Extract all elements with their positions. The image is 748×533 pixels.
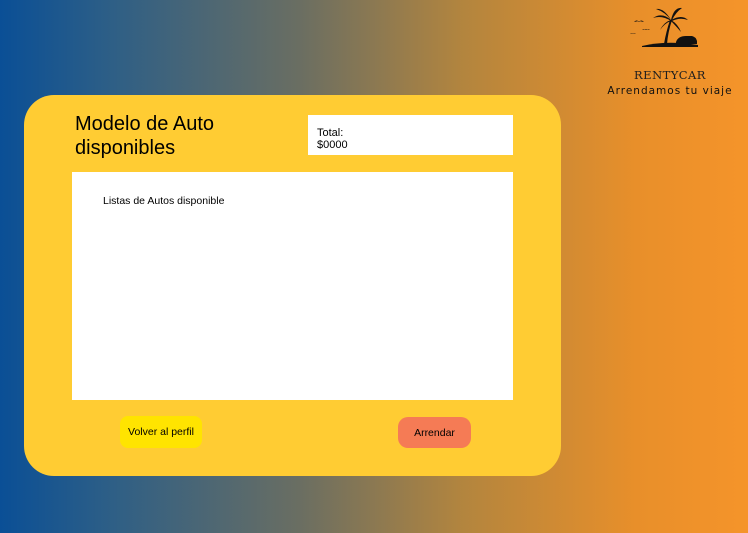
total-box: Total: $0000 <box>308 115 513 155</box>
rental-card: Modelo de Auto disponibles Total: $0000 … <box>24 95 561 476</box>
car-list-panel[interactable]: Listas de Autos disponible <box>72 172 513 400</box>
brand-tagline: Arrendamos tu viaje <box>607 85 733 97</box>
total-value: $0000 <box>317 139 348 151</box>
palm-tree-island-icon <box>630 7 698 47</box>
title-line-2: disponibles <box>75 137 176 159</box>
rent-button[interactable]: Arrendar <box>398 417 471 448</box>
car-list-placeholder: Listas de Autos disponible <box>103 195 225 207</box>
total-label: Total: <box>317 127 344 139</box>
title-line-1: Modelo de Auto <box>75 113 214 135</box>
brand-name: RENTYCAR <box>634 68 706 82</box>
back-to-profile-button[interactable]: Volver al perfil <box>120 416 202 448</box>
page-title: Modelo de Auto disponibles <box>75 112 295 160</box>
